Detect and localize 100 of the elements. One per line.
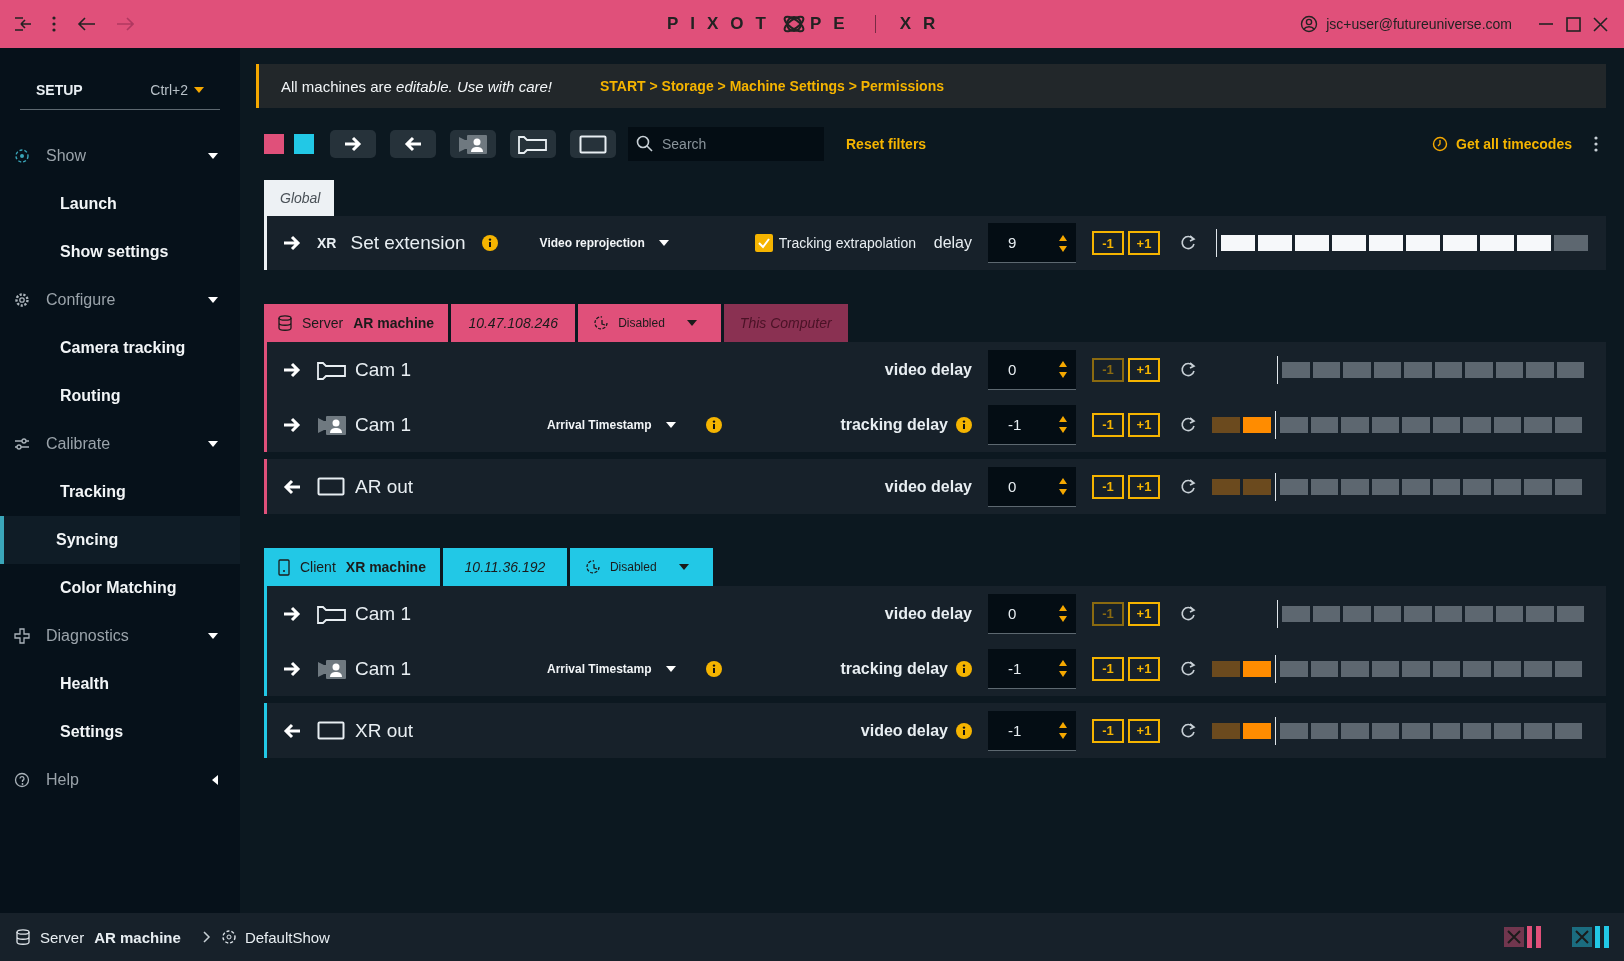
caret-icon <box>194 86 204 93</box>
nav-item[interactable]: Routing <box>0 372 240 420</box>
nav-group[interactable]: Show <box>0 132 240 180</box>
reset-icon[interactable] <box>1180 361 1196 378</box>
reset-filters-link[interactable]: Reset filters <box>846 136 927 152</box>
nav-item[interactable]: Settings <box>0 708 240 756</box>
search-field[interactable]: Search <box>628 127 824 161</box>
filter-button[interactable] <box>450 130 496 158</box>
delay-label: video delay <box>860 721 948 740</box>
number-field[interactable]: 0 <box>988 349 1076 390</box>
increment-button[interactable]: +1 <box>1128 357 1160 382</box>
server-icon <box>278 314 292 332</box>
nav-group-label: Help <box>46 771 80 789</box>
number-field[interactable]: 0 <box>988 593 1076 634</box>
number-field[interactable]: -1 <box>988 648 1076 689</box>
nav-group[interactable]: Calibrate <box>0 420 240 468</box>
increment-button[interactable]: +1 <box>1128 656 1160 681</box>
arrow-right-icon <box>283 605 301 622</box>
get-timecodes-link[interactable]: Get all timecodes <box>1432 136 1572 152</box>
mode-selector[interactable]: SETUP Ctrl+2 <box>20 70 220 110</box>
number-field[interactable]: 9 <box>988 223 1076 263</box>
spinner-arrows-icon[interactable] <box>1058 360 1068 378</box>
arrow-right-icon <box>283 416 301 433</box>
decrement-button[interactable]: -1 <box>1092 412 1124 437</box>
mode-dropdown[interactable]: Video reprojection <box>539 236 669 250</box>
number-field[interactable]: -1 <box>988 404 1076 445</box>
decrement-button[interactable]: -1 <box>1092 718 1124 743</box>
reset-icon[interactable] <box>1180 416 1196 433</box>
channel-label: AR out <box>355 475 415 498</box>
spinner-arrows-icon[interactable] <box>1058 659 1068 677</box>
nav-group[interactable]: Help <box>0 756 240 804</box>
reset-icon[interactable] <box>1180 478 1196 495</box>
nav-item[interactable]: Launch <box>0 180 240 228</box>
nav-item[interactable]: Syncing <box>0 516 240 564</box>
checkbox-icon[interactable] <box>754 234 773 252</box>
reset-icon[interactable] <box>1180 605 1196 622</box>
sliders-icon <box>14 436 30 452</box>
number-field[interactable]: 0 <box>988 466 1076 507</box>
channel-label: Cam 1 <box>355 358 412 381</box>
increment-button[interactable]: +1 <box>1128 474 1160 499</box>
mode-label: SETUP <box>36 81 83 98</box>
show-name[interactable]: DefaultShow <box>244 928 330 946</box>
logo-text: PE <box>809 14 857 34</box>
user-icon[interactable] <box>1300 15 1319 33</box>
spinner-arrows-icon[interactable] <box>1058 415 1068 433</box>
filter-button[interactable] <box>330 130 376 158</box>
nav-item[interactable]: Health <box>0 660 240 708</box>
spinner-arrows-icon[interactable] <box>1058 477 1068 495</box>
back-arrow-icon[interactable] <box>76 16 96 32</box>
arrow-left-icon <box>404 136 422 152</box>
delay-label: video delay <box>884 604 972 623</box>
status-dropdown[interactable]: Disabled <box>569 548 713 586</box>
reset-icon[interactable] <box>1180 235 1196 251</box>
screen-icon <box>317 477 345 496</box>
breadcrumb[interactable]: START > Storage > Machine Settings > Permissions <box>600 78 944 94</box>
number-field[interactable]: -1 <box>988 710 1076 751</box>
machine-name: AR machine <box>94 928 181 946</box>
spinner-arrows-icon[interactable] <box>1058 233 1068 252</box>
increment-button[interactable]: +1 <box>1128 231 1160 255</box>
mode-dropdown[interactable]: Arrival Timestamp <box>547 417 676 432</box>
nav-item[interactable]: Show settings <box>0 228 240 276</box>
status-dropdown[interactable]: Disabled <box>578 304 721 342</box>
camera-icon <box>317 359 347 380</box>
filter-button[interactable] <box>570 130 616 158</box>
caret-down-icon <box>678 564 689 570</box>
filter-button[interactable] <box>510 130 556 158</box>
screen-icon <box>579 134 607 154</box>
decrement-button[interactable]: -1 <box>1092 474 1124 499</box>
collapse-menu-icon[interactable] <box>14 16 32 32</box>
machine-tag: This Computer <box>723 304 848 342</box>
close-icon[interactable] <box>1593 16 1608 32</box>
plus-cross-icon <box>14 628 30 644</box>
mode-dropdown[interactable]: Arrival Timestamp <box>547 661 676 676</box>
reset-icon[interactable] <box>1180 722 1196 739</box>
reset-icon[interactable] <box>1180 660 1196 677</box>
decrement-button[interactable]: -1 <box>1092 231 1124 255</box>
nav-item[interactable]: Tracking <box>0 468 240 516</box>
arrow-right-icon <box>344 136 362 152</box>
nav-item[interactable]: Color Matching <box>0 564 240 612</box>
nav-group[interactable]: Configure <box>0 276 240 324</box>
user-email[interactable]: jsc+user@futureuniverse.com <box>1326 16 1512 32</box>
nav-item[interactable]: Camera tracking <box>0 324 240 372</box>
color-filter[interactable] <box>264 134 284 154</box>
color-filter[interactable] <box>294 134 314 154</box>
section-tab[interactable]: Global <box>264 180 335 216</box>
channel-type-label: XR <box>317 235 337 251</box>
increment-button[interactable]: +1 <box>1128 601 1160 626</box>
more-icon[interactable] <box>1594 136 1598 152</box>
nav-group[interactable]: Diagnostics <box>0 612 240 660</box>
decrement-button[interactable]: -1 <box>1092 656 1124 681</box>
increment-button[interactable]: +1 <box>1128 412 1160 437</box>
machine-role: Server <box>302 315 344 331</box>
spinner-arrows-icon[interactable] <box>1058 721 1068 739</box>
spinner-arrows-icon[interactable] <box>1058 604 1068 622</box>
machine-name: XR machine <box>345 559 426 575</box>
maximize-icon[interactable] <box>1566 16 1581 32</box>
increment-button[interactable]: +1 <box>1128 718 1160 743</box>
machine-role: Client <box>300 559 336 575</box>
filter-button[interactable] <box>390 130 436 158</box>
arrow-right-icon <box>283 361 301 378</box>
